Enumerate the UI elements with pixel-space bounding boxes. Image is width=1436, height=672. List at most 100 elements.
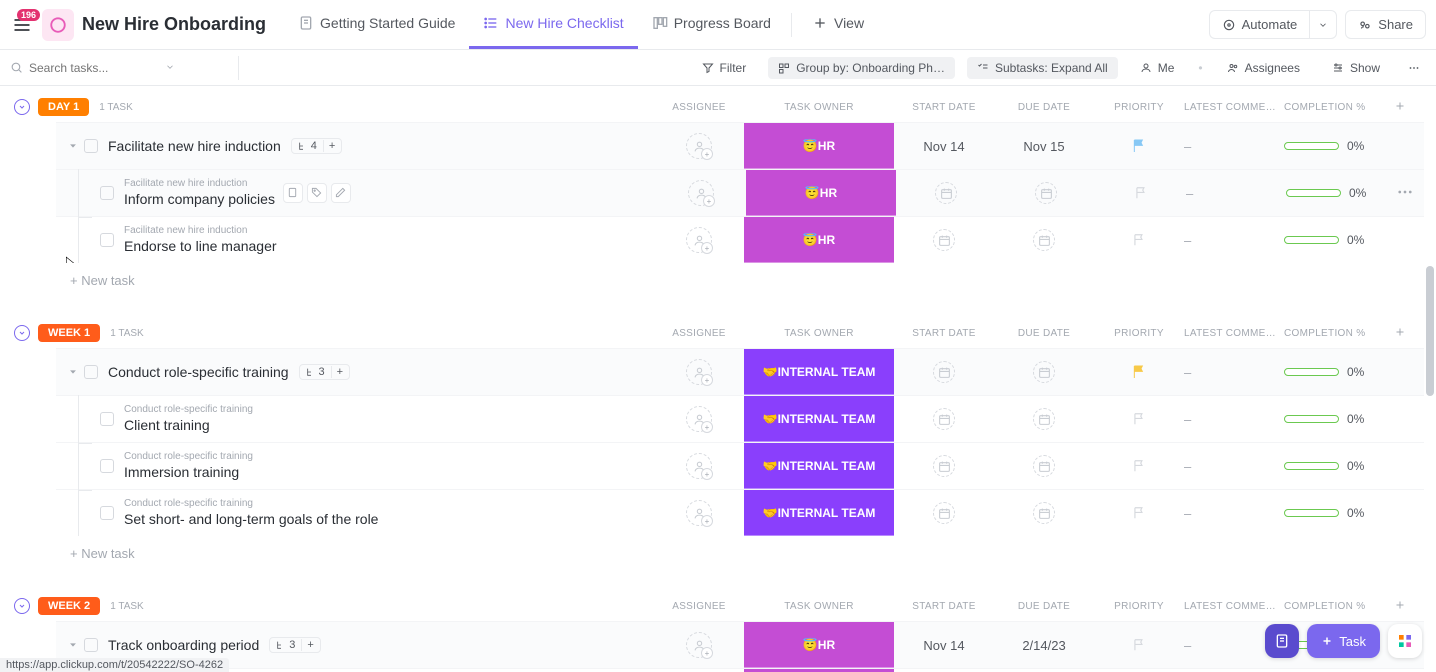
- assignee-cell[interactable]: +: [654, 500, 744, 526]
- task-name[interactable]: Conduct role-specific training: [108, 364, 289, 380]
- tab-progress-board[interactable]: Progress Board: [638, 0, 785, 49]
- copy-link-icon[interactable]: [283, 183, 303, 203]
- owner-cell[interactable]: 🤝INTERNAL TEAM: [744, 349, 894, 395]
- completion-cell[interactable]: 0%: [1284, 233, 1394, 247]
- notepad-fab[interactable]: [1265, 624, 1299, 658]
- col-prio[interactable]: PRIORITY: [1094, 601, 1184, 612]
- date-placeholder[interactable]: [894, 455, 994, 477]
- col-latest[interactable]: LATEST COMME…: [1184, 328, 1284, 339]
- assignees-button[interactable]: Assignees: [1217, 57, 1310, 79]
- search-caret[interactable]: [165, 61, 175, 75]
- add-column-icon[interactable]: [1394, 326, 1424, 341]
- col-latest[interactable]: LATEST COMME…: [1184, 601, 1284, 612]
- owner-cell[interactable]: 😇HR: [746, 170, 896, 216]
- assignee-cell[interactable]: +: [654, 227, 744, 253]
- expand-caret-icon[interactable]: [68, 365, 78, 380]
- priority-placeholder[interactable]: [1094, 502, 1184, 524]
- task-checkbox[interactable]: [100, 412, 114, 426]
- subtask-count[interactable]: 4+: [291, 138, 343, 154]
- date-placeholder[interactable]: [894, 502, 994, 524]
- space-logo[interactable]: [42, 9, 74, 41]
- priority-placeholder[interactable]: [1094, 634, 1184, 656]
- assignee-cell[interactable]: +: [654, 632, 744, 658]
- collapse-group-icon[interactable]: [14, 598, 30, 614]
- automate-caret[interactable]: [1309, 10, 1337, 39]
- priority-placeholder[interactable]: [1096, 182, 1186, 204]
- latest-comment-cell[interactable]: –: [1184, 412, 1284, 427]
- task-row[interactable]: Conduct role-specific training Client tr…: [56, 395, 1424, 442]
- automate-button[interactable]: Automate: [1209, 10, 1310, 39]
- expand-caret-icon[interactable]: [68, 638, 78, 653]
- col-start[interactable]: START DATE: [894, 601, 994, 612]
- latest-comment-cell[interactable]: –: [1186, 186, 1286, 201]
- date-cell[interactable]: Nov 15: [994, 139, 1094, 154]
- date-placeholder[interactable]: [994, 229, 1094, 251]
- search-input[interactable]: [29, 61, 159, 75]
- date-placeholder[interactable]: [994, 502, 1094, 524]
- col-due[interactable]: DUE DATE: [994, 328, 1094, 339]
- collapse-group-icon[interactable]: [14, 325, 30, 341]
- priority-placeholder[interactable]: [1094, 408, 1184, 430]
- priority-placeholder[interactable]: [1094, 229, 1184, 251]
- latest-comment-cell[interactable]: –: [1184, 365, 1284, 380]
- me-button[interactable]: Me: [1130, 57, 1185, 79]
- task-name[interactable]: Facilitate new hire induction Endorse to…: [124, 225, 277, 255]
- owner-cell[interactable]: 😇HR: [744, 622, 894, 668]
- completion-cell[interactable]: 0%: [1286, 186, 1396, 200]
- completion-cell[interactable]: 0%: [1284, 506, 1394, 520]
- latest-comment-cell[interactable]: –: [1184, 459, 1284, 474]
- assignee-cell[interactable]: +: [654, 453, 744, 479]
- assignee-cell[interactable]: +: [656, 180, 746, 206]
- task-name[interactable]: Conduct role-specific training Client tr…: [124, 404, 253, 434]
- phase-chip[interactable]: WEEK 2: [38, 597, 100, 615]
- priority-placeholder[interactable]: [1094, 455, 1184, 477]
- task-row[interactable]: Track onboarding period 3+ + 😇HR Nov 14 …: [56, 621, 1424, 668]
- menu-icon[interactable]: 196: [10, 13, 34, 37]
- owner-cell[interactable]: 😇HR: [744, 123, 894, 169]
- date-placeholder[interactable]: [894, 408, 994, 430]
- task-row[interactable]: Conduct role-specific training 3+ + 🤝INT…: [56, 348, 1424, 395]
- new-task-button[interactable]: + New task: [14, 536, 1424, 561]
- task-checkbox[interactable]: [84, 638, 98, 652]
- task-row[interactable]: Track onboarding period Set up training …: [56, 668, 1424, 672]
- owner-cell[interactable]: 😇HR: [744, 217, 894, 263]
- task-checkbox[interactable]: [100, 233, 114, 247]
- col-assignee[interactable]: ASSIGNEE: [654, 601, 744, 612]
- groupby-button[interactable]: Group by: Onboarding Ph…: [768, 57, 955, 79]
- assignee-cell[interactable]: +: [654, 359, 744, 385]
- scrollbar-track[interactable]: [1424, 86, 1434, 672]
- add-view-button[interactable]: View: [798, 0, 878, 49]
- latest-comment-cell[interactable]: –: [1184, 233, 1284, 248]
- assignee-cell[interactable]: +: [654, 133, 744, 159]
- task-row[interactable]: Facilitate new hire induction Endorse to…: [56, 216, 1424, 263]
- more-button[interactable]: [1402, 58, 1426, 78]
- filter-button[interactable]: Filter: [692, 57, 757, 79]
- task-name[interactable]: Facilitate new hire induction: [108, 138, 281, 154]
- col-start[interactable]: START DATE: [894, 102, 994, 113]
- add-column-icon[interactable]: [1394, 599, 1424, 614]
- tab-new-hire-checklist[interactable]: New Hire Checklist: [469, 0, 637, 49]
- task-row[interactable]: Facilitate new hire induction 4+ + 😇HR N…: [56, 122, 1424, 169]
- col-latest[interactable]: LATEST COMME…: [1184, 102, 1284, 113]
- date-placeholder[interactable]: [994, 408, 1094, 430]
- completion-cell[interactable]: 0%: [1284, 412, 1394, 426]
- collapse-group-icon[interactable]: [14, 99, 30, 115]
- completion-cell[interactable]: 0%: [1284, 459, 1394, 473]
- apps-fab[interactable]: [1388, 624, 1422, 658]
- scrollbar-thumb[interactable]: [1426, 266, 1434, 396]
- col-assignee[interactable]: ASSIGNEE: [654, 102, 744, 113]
- date-placeholder[interactable]: [994, 361, 1094, 383]
- col-due[interactable]: DUE DATE: [994, 601, 1094, 612]
- priority-flag[interactable]: [1094, 364, 1184, 380]
- task-checkbox[interactable]: [100, 459, 114, 473]
- date-cell[interactable]: 2/14/23: [994, 638, 1094, 653]
- col-owner[interactable]: TASK OWNER: [744, 601, 894, 612]
- col-start[interactable]: START DATE: [894, 328, 994, 339]
- col-prio[interactable]: PRIORITY: [1094, 102, 1184, 113]
- task-row[interactable]: Conduct role-specific training Immersion…: [56, 442, 1424, 489]
- col-assignee[interactable]: ASSIGNEE: [654, 328, 744, 339]
- add-column-icon[interactable]: [1394, 100, 1424, 115]
- col-comp[interactable]: COMPLETION %: [1284, 328, 1394, 339]
- new-task-button[interactable]: + New task: [14, 263, 1424, 288]
- task-checkbox[interactable]: [84, 139, 98, 153]
